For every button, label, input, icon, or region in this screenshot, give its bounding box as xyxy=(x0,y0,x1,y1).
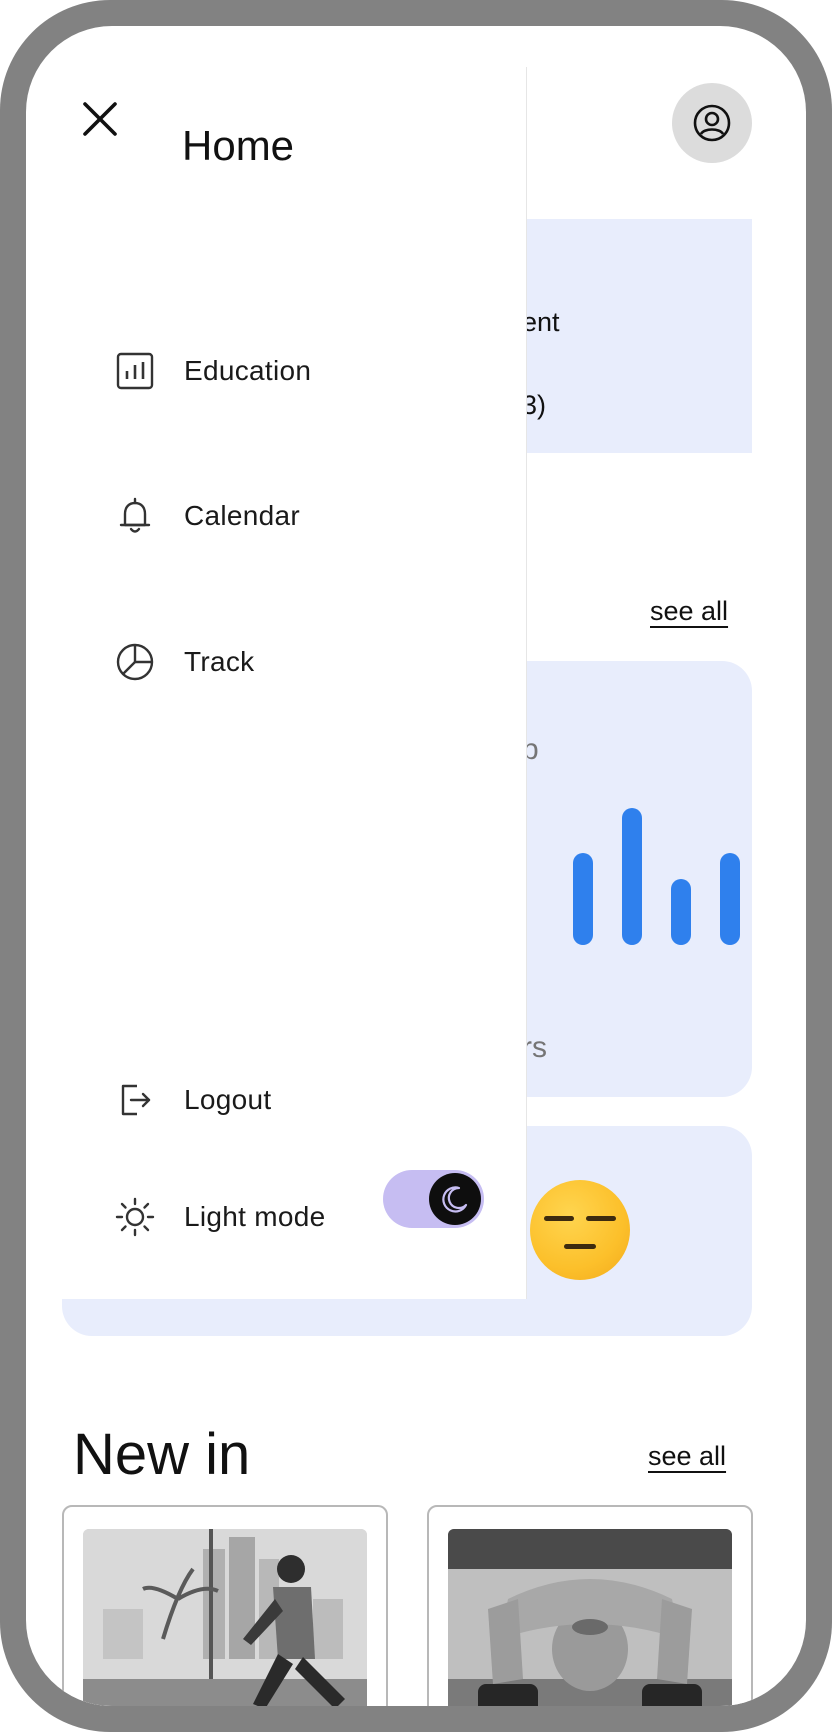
light-mode-label: Light mode xyxy=(184,1201,326,1232)
bar-chart-icon xyxy=(114,350,156,392)
see-all-link[interactable]: see all xyxy=(650,596,728,627)
app-screen: nent a3) see all p rs New in see all xyxy=(26,26,806,1706)
menu-item-label: Track xyxy=(184,646,255,677)
chart-bar xyxy=(671,879,691,945)
pushup-photo xyxy=(448,1529,732,1706)
drawer-title: Home xyxy=(182,122,295,169)
user-avatar-icon xyxy=(693,104,731,142)
menu-item-track[interactable]: Track xyxy=(114,637,254,687)
new-in-card[interactable] xyxy=(62,1505,388,1706)
profile-button[interactable] xyxy=(672,83,752,163)
pie-chart-icon xyxy=(114,641,156,683)
expressionless-face-emoji xyxy=(530,1180,630,1280)
menu-item-education[interactable]: Education xyxy=(114,346,311,396)
theme-toggle[interactable] xyxy=(383,1170,484,1228)
close-icon xyxy=(83,102,117,136)
device-frame: nent a3) see all p rs New in see all xyxy=(0,0,832,1732)
navigation-drawer: Home Education Calendar Track Logout Lig… xyxy=(62,67,527,1299)
moon-icon xyxy=(442,1186,468,1213)
menu-item-label: Education xyxy=(184,355,312,386)
chart-bar xyxy=(573,853,593,945)
chart-bar xyxy=(720,853,740,945)
logout-icon xyxy=(114,1079,156,1121)
runner-photo xyxy=(83,1529,367,1706)
toggle-knob xyxy=(429,1173,481,1225)
chart-bar xyxy=(622,808,642,945)
light-mode-row: Light mode xyxy=(114,1192,326,1242)
new-in-card[interactable] xyxy=(427,1505,753,1706)
new-in-heading: New in xyxy=(73,1422,251,1487)
logout-button[interactable]: Logout xyxy=(114,1075,271,1125)
bell-icon xyxy=(114,495,156,537)
logout-label: Logout xyxy=(184,1084,272,1115)
new-in-see-all-link[interactable]: see all xyxy=(648,1441,726,1472)
menu-item-label: Calendar xyxy=(184,500,301,531)
close-button[interactable] xyxy=(70,89,130,149)
sun-icon xyxy=(114,1196,156,1238)
menu-item-calendar[interactable]: Calendar xyxy=(114,491,300,541)
